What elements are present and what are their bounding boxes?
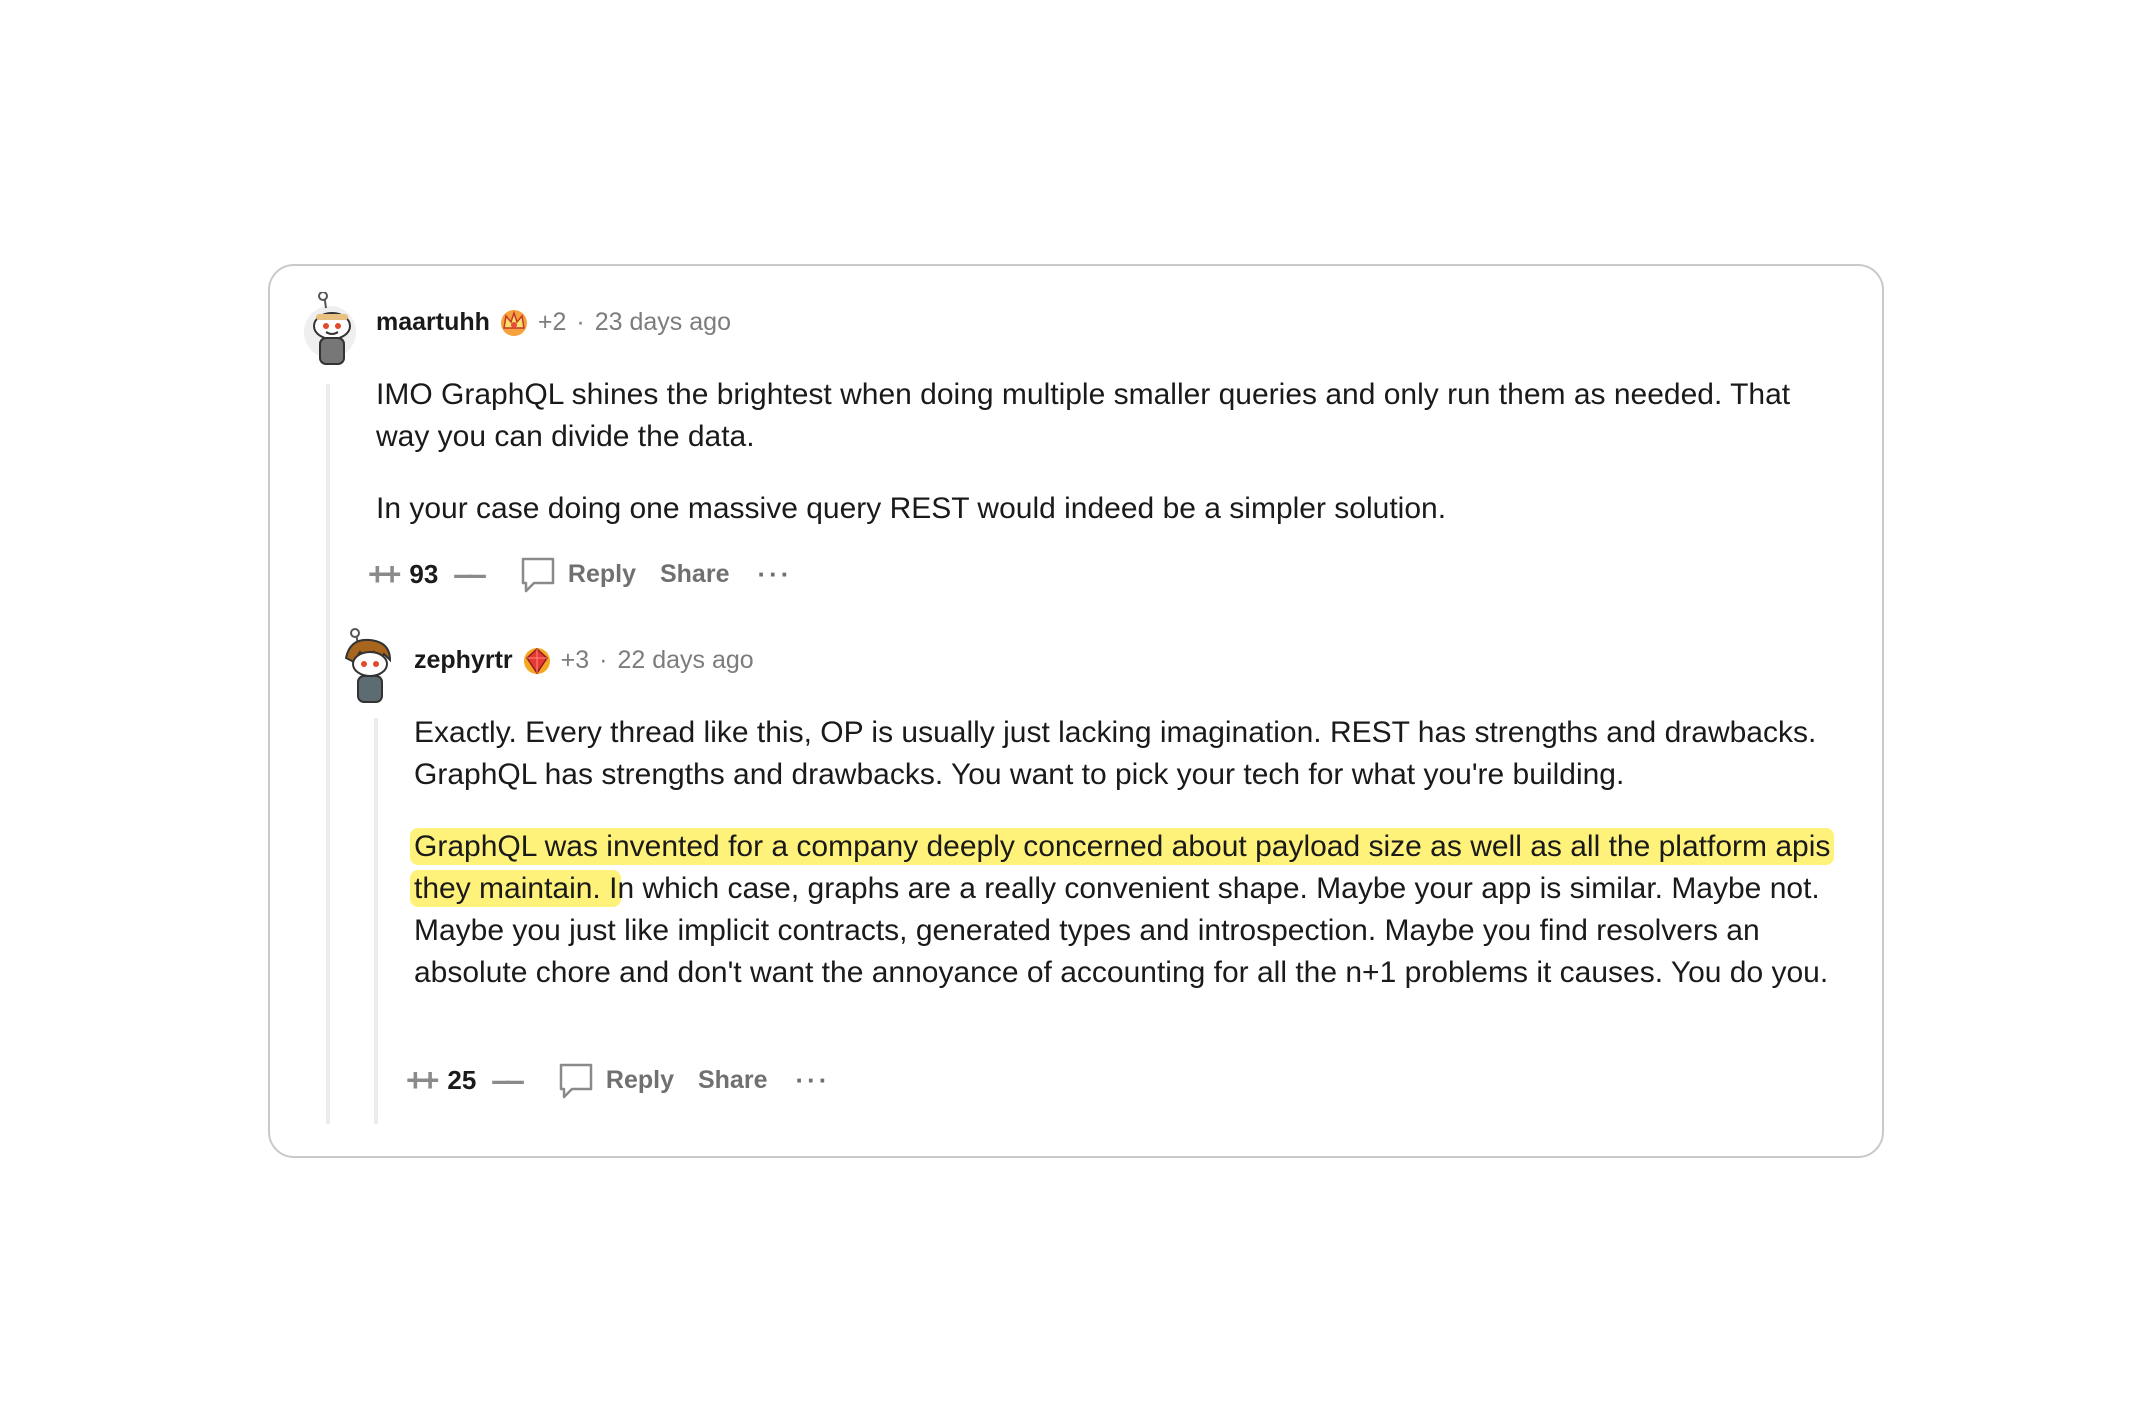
separator-dot: · xyxy=(576,307,585,336)
username[interactable]: maartuhh xyxy=(376,308,490,337)
reply-button[interactable]: Reply xyxy=(556,1060,674,1100)
vote-count: 93 xyxy=(409,558,439,589)
comment-thread-card: maartuhh +2 · 23 days ago IMO GraphQL sh… xyxy=(268,264,1884,1158)
user-avatar-icon[interactable] xyxy=(340,628,406,708)
downvote-icon[interactable]: ‒‒ xyxy=(454,556,486,593)
downvote-icon[interactable]: ‒‒ xyxy=(492,1062,524,1099)
user-avatar-icon[interactable] xyxy=(304,292,370,372)
karma-bonus: +2 xyxy=(537,307,567,336)
more-options-icon[interactable]: ··· xyxy=(795,1065,830,1096)
comment-meta: maartuhh +2 · 23 days ago xyxy=(376,306,731,338)
comment-text: n which case, graphs are a really conven… xyxy=(414,872,1829,989)
thread-line[interactable] xyxy=(374,718,378,1124)
timestamp[interactable]: 22 days ago xyxy=(617,646,753,675)
comment-bubble-icon xyxy=(521,557,555,593)
vote-control: ++ 25 ‒‒ xyxy=(406,1062,524,1099)
comment-actions: ++ 25 ‒‒ Reply Share ··· xyxy=(406,1060,830,1100)
reply-button[interactable]: Reply xyxy=(518,554,636,594)
comment-actions: ++ 93 ‒‒ Reply Share ··· xyxy=(368,554,792,594)
separator-dot: · xyxy=(599,645,608,674)
thread-line[interactable] xyxy=(326,384,330,1124)
reply-label: Reply xyxy=(605,1065,674,1094)
vote-control: ++ 93 ‒‒ xyxy=(368,556,486,593)
username[interactable]: zephyrtr xyxy=(414,646,513,675)
vote-count: 25 xyxy=(447,1064,477,1095)
timestamp[interactable]: 23 days ago xyxy=(595,308,731,337)
comment-body: Exactly. Every thread like this, OP is u… xyxy=(410,712,1864,1024)
upvote-icon[interactable]: ++ xyxy=(406,1062,439,1099)
comment-paragraph: In your case doing one massive query RES… xyxy=(376,492,1447,525)
comment-bubble-icon xyxy=(559,1063,593,1099)
comment-paragraph: Exactly. Every thread like this, OP is u… xyxy=(414,716,1817,791)
share-button[interactable]: Share xyxy=(660,560,729,589)
orange-crown-icon xyxy=(500,310,527,336)
comment-paragraph: GraphQL was invented for a company deepl… xyxy=(410,826,1864,994)
share-button[interactable]: Share xyxy=(698,1066,767,1095)
comment-body: IMO GraphQL shines the brightest when do… xyxy=(376,374,1846,560)
upvote-icon[interactable]: ++ xyxy=(368,556,401,593)
red-gem-icon xyxy=(523,647,550,675)
reply-label: Reply xyxy=(567,559,636,588)
comment-meta: zephyrtr +3 · 22 days ago xyxy=(414,644,754,676)
karma-bonus: +3 xyxy=(560,645,590,674)
more-options-icon[interactable]: ··· xyxy=(757,559,792,590)
comment-paragraph: IMO GraphQL shines the brightest when do… xyxy=(376,378,1791,453)
